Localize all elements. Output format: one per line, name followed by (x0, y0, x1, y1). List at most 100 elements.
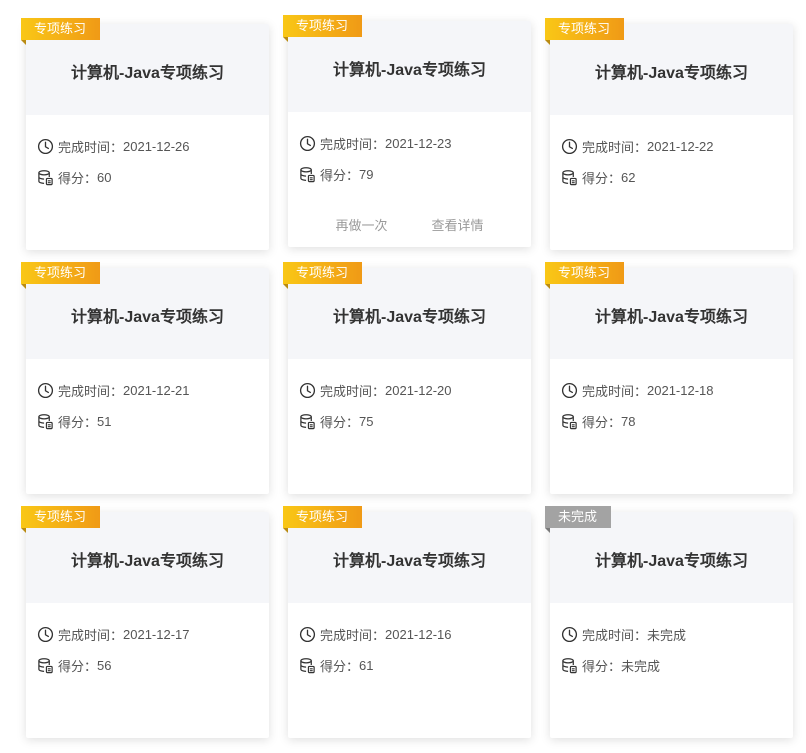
score: 得分： 未完成 (561, 656, 660, 675)
incomplete-status-tag: 未完成 (545, 506, 612, 533)
time-value: 2021-12-23 (385, 136, 452, 151)
practice-card[interactable]: 专项练习 计算机-Java专项练习 完成时间： 2021-12-16 得分： 61 (283, 506, 531, 738)
practice-card[interactable]: 专项练习 计算机-Java专项练习 完成时间： 2021-12-21 得分： 51 (21, 262, 269, 494)
clock-icon (299, 626, 316, 643)
score-value: 51 (97, 414, 112, 429)
time-value: 2021-12-21 (123, 383, 190, 398)
time-label: 完成时间： (582, 384, 648, 399)
card-title: 计算机-Java专项练习 (71, 308, 224, 326)
score-label: 得分： (582, 171, 622, 186)
practice-type-tag: 专项练习 (545, 262, 625, 289)
practice-type-tag: 专项练习 (283, 15, 363, 42)
database-score-icon (37, 413, 54, 430)
clock-icon (299, 135, 316, 152)
time-value: 2021-12-20 (385, 383, 452, 398)
clock-icon (561, 382, 578, 399)
completion-time: 完成时间： 2021-12-18 (561, 381, 714, 400)
completion-time: 完成时间： 未完成 (561, 625, 686, 644)
score-label: 得分： (320, 168, 360, 183)
time-value: 2021-12-18 (647, 383, 714, 398)
retry-button[interactable]: 再做一次 (335, 215, 387, 234)
score: 得分： 75 (299, 412, 373, 431)
clock-icon (561, 626, 578, 643)
completion-time: 完成时间： 2021-12-22 (561, 137, 714, 156)
database-score-icon (299, 166, 316, 183)
score: 得分： 79 (299, 165, 373, 184)
time-value: 2021-12-16 (385, 627, 452, 642)
clock-icon (299, 382, 316, 399)
score-value: 79 (359, 167, 374, 182)
time-label: 完成时间： (58, 628, 124, 643)
time-label: 完成时间： (320, 137, 386, 152)
completion-time: 完成时间： 2021-12-21 (37, 381, 190, 400)
practice-type-tag: 专项练习 (21, 262, 101, 289)
card-title: 计算机-Java专项练习 (595, 308, 748, 326)
practice-type-tag: 专项练习 (21, 506, 101, 533)
score-value: 未完成 (621, 659, 661, 674)
time-value: 2021-12-17 (123, 627, 190, 642)
score-label: 得分： (582, 415, 622, 430)
database-score-icon (561, 413, 578, 430)
card-title: 计算机-Java专项练习 (595, 552, 748, 570)
database-score-icon (299, 413, 316, 430)
score-value: 56 (97, 658, 112, 673)
card-title: 计算机-Java专项练习 (71, 64, 224, 82)
completion-time: 完成时间： 2021-12-17 (37, 625, 190, 644)
practice-card[interactable]: 专项练习 计算机-Java专项练习 完成时间： 2021-12-23 得分： 79 … (283, 15, 531, 247)
database-score-icon (561, 169, 578, 186)
database-score-icon (37, 169, 54, 186)
practice-card[interactable]: 专项练习 计算机-Java专项练习 完成时间： 2021-12-26 得分： 60 (21, 18, 269, 250)
time-label: 完成时间： (582, 140, 648, 155)
database-score-icon (37, 657, 54, 674)
practice-type-tag: 专项练习 (545, 18, 625, 45)
score-value: 62 (621, 170, 636, 185)
score-value: 60 (97, 170, 112, 185)
score-value: 78 (621, 414, 636, 429)
score: 得分： 78 (561, 412, 635, 431)
score-label: 得分： (58, 415, 98, 430)
practice-type-tag: 专项练习 (21, 18, 101, 45)
completion-time: 完成时间： 2021-12-16 (299, 625, 452, 644)
practice-card[interactable]: 专项练习 计算机-Java专项练习 完成时间： 2021-12-18 得分： 78 (545, 262, 793, 494)
score: 得分： 61 (299, 656, 373, 675)
card-title: 计算机-Java专项练习 (71, 552, 224, 570)
completion-time: 完成时间： 2021-12-23 (299, 134, 452, 153)
time-value: 2021-12-26 (123, 139, 190, 154)
time-label: 完成时间： (58, 384, 124, 399)
practice-type-tag: 专项练习 (283, 506, 363, 533)
clock-icon (37, 382, 54, 399)
practice-card[interactable]: 专项练习 计算机-Java专项练习 完成时间： 2021-12-17 得分： 56 (21, 506, 269, 738)
card-title: 计算机-Java专项练习 (333, 61, 486, 79)
score-label: 得分： (320, 415, 360, 430)
time-value: 未完成 (647, 628, 687, 643)
time-label: 完成时间： (320, 384, 386, 399)
clock-icon (561, 138, 578, 155)
practice-type-tag: 专项练习 (283, 262, 363, 289)
score-label: 得分： (320, 659, 360, 674)
score-label: 得分： (58, 659, 98, 674)
clock-icon (37, 626, 54, 643)
completion-time: 完成时间： 2021-12-26 (37, 137, 190, 156)
time-label: 完成时间： (320, 628, 386, 643)
score-label: 得分： (58, 171, 98, 186)
score: 得分： 56 (37, 656, 111, 675)
card-actions: 再做一次 查看详情 (288, 215, 531, 234)
time-value: 2021-12-22 (647, 139, 714, 154)
score: 得分： 51 (37, 412, 111, 431)
view-details-button[interactable]: 查看详情 (432, 215, 484, 234)
practice-card[interactable]: 未完成 计算机-Java专项练习 完成时间： 未完成 得分： 未完成 (545, 506, 793, 738)
clock-icon (37, 138, 54, 155)
score-value: 75 (359, 414, 374, 429)
card-title: 计算机-Java专项练习 (595, 64, 748, 82)
card-title: 计算机-Java专项练习 (333, 308, 486, 326)
practice-card[interactable]: 专项练习 计算机-Java专项练习 完成时间： 2021-12-22 得分： 62 (545, 18, 793, 250)
score-value: 61 (359, 658, 374, 673)
score: 得分： 62 (561, 168, 635, 187)
score: 得分： 60 (37, 168, 111, 187)
time-label: 完成时间： (582, 628, 648, 643)
practice-card[interactable]: 专项练习 计算机-Java专项练习 完成时间： 2021-12-20 得分： 75 (283, 262, 531, 494)
database-score-icon (299, 657, 316, 674)
card-title: 计算机-Java专项练习 (333, 552, 486, 570)
time-label: 完成时间： (58, 140, 124, 155)
database-score-icon (561, 657, 578, 674)
